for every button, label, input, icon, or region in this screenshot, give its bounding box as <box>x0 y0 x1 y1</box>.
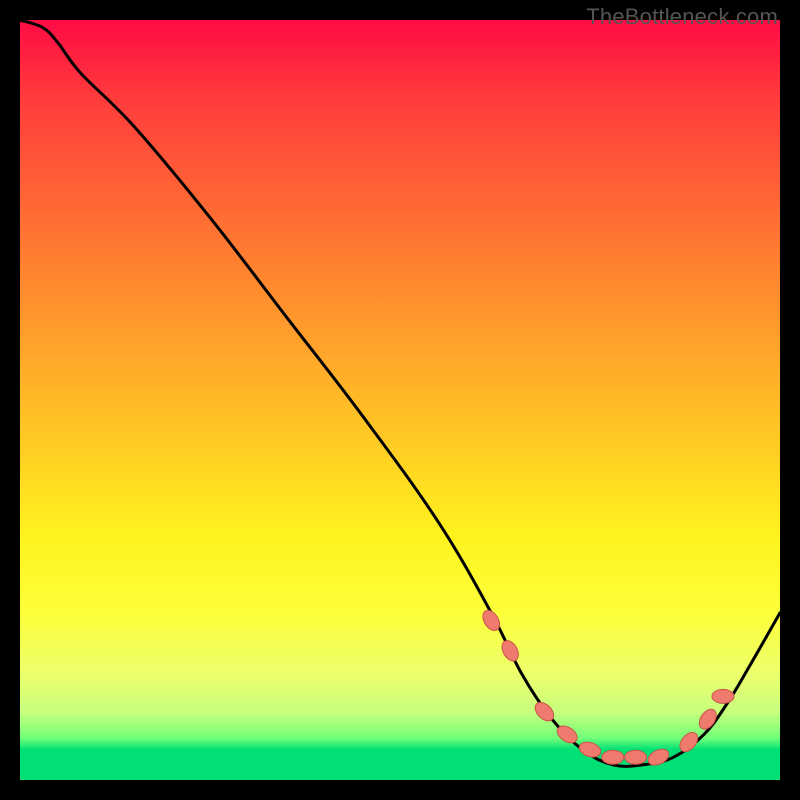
watermark-text: TheBottleneck.com <box>586 4 778 30</box>
marker-dot <box>577 739 602 759</box>
chart-svg <box>20 20 780 780</box>
marker-dot <box>712 689 734 703</box>
bottleneck-curve <box>20 20 780 766</box>
marker-dot <box>602 750 624 764</box>
chart-frame: TheBottleneck.com <box>0 0 800 800</box>
marker-group <box>479 607 734 768</box>
marker-dot <box>625 750 647 764</box>
plot-area <box>20 20 780 780</box>
marker-dot <box>499 638 522 664</box>
